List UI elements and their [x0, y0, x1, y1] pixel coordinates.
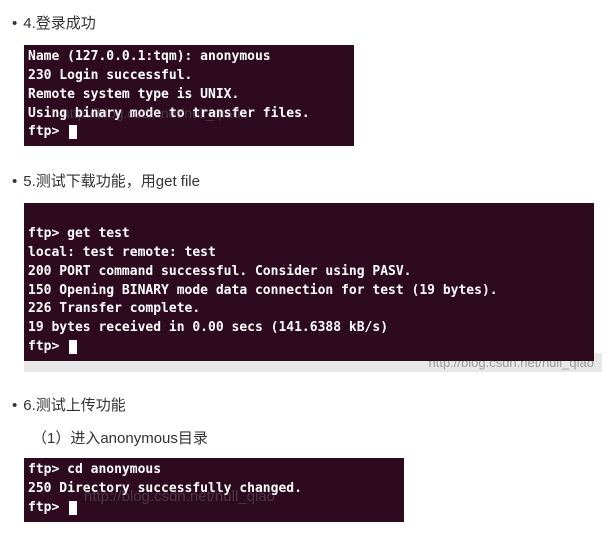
term2-prompt: ftp>	[28, 339, 59, 354]
bullet-icon: •	[12, 15, 17, 32]
step-6-heading: • 6.测试上传功能	[12, 394, 598, 415]
cursor-icon	[69, 501, 77, 515]
term2-line3: 200 PORT command successful. Consider us…	[28, 264, 412, 279]
term2-line6: 19 bytes received in 0.00 secs (141.6388…	[28, 320, 388, 335]
term3-line1: ftp> cd anonymous	[28, 462, 161, 477]
terminal-cd: ftp> cd anonymous 250 Directory successf…	[24, 458, 404, 522]
step-6-sub1: （1）进入anonymous目录	[32, 427, 598, 448]
step-5-heading: • 5.测试下载功能，用get file	[12, 170, 598, 191]
bullet-icon: •	[12, 173, 17, 190]
terminal-login: Name (127.0.0.1:tqm): anonymous 230 Logi…	[24, 45, 354, 146]
cursor-icon	[69, 340, 77, 354]
bullet-icon: •	[12, 397, 17, 414]
term2-line4: 150 Opening BINARY mode data connection …	[28, 283, 498, 298]
step-4-heading: • 4.登录成功	[12, 12, 598, 33]
step-4-title: 4.登录成功	[23, 15, 96, 32]
cursor-icon	[69, 125, 77, 139]
term2-line2: local: test remote: test	[28, 245, 216, 260]
term2-line1: ftp> get test	[28, 226, 130, 241]
term1-line1: Name (127.0.0.1:tqm): anonymous	[28, 49, 271, 64]
term1-line4: Using binary mode to transfer files.	[28, 106, 310, 121]
term3-prompt: ftp>	[28, 500, 59, 515]
term1-line3: Remote system type is UNIX.	[28, 87, 239, 102]
step-6-title: 6.测试上传功能	[23, 397, 126, 414]
terminal-download: ftp> get test local: test remote: test 2…	[24, 203, 594, 361]
term1-line2: 230 Login successful.	[28, 68, 192, 83]
term1-prompt: ftp>	[28, 124, 59, 139]
term3-line2: 250 Directory successfully changed.	[28, 481, 302, 496]
term2-line5: 226 Transfer complete.	[28, 301, 200, 316]
step-5-title: 5.测试下载功能，用get file	[23, 173, 200, 190]
